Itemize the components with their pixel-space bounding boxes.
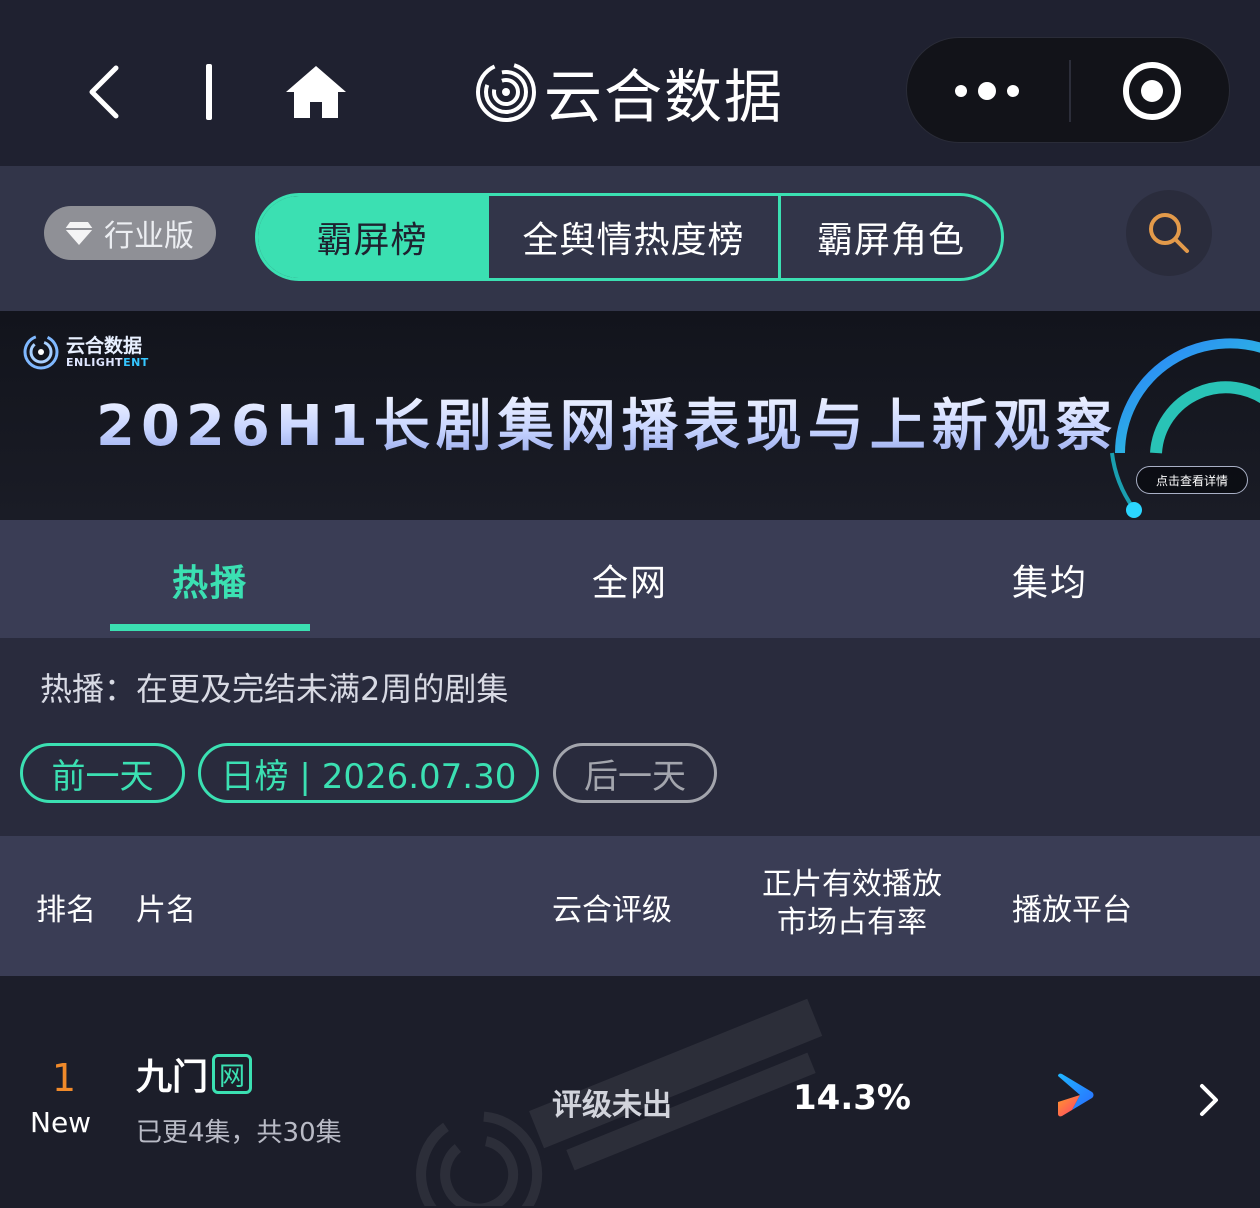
banner-view-details-button[interactable]: 点击查看详情	[1136, 466, 1248, 494]
target-close-icon	[1123, 62, 1181, 120]
edition-label: 行业版	[104, 219, 194, 254]
column-header-grade: 云合评级	[552, 893, 672, 928]
metric-tabs: 热播 全网 集均	[0, 520, 1260, 638]
column-header-share-line2: 市场占有率	[777, 905, 927, 940]
previous-day-button[interactable]: 前一天	[20, 743, 185, 803]
yunhe-grade: 评级未出	[552, 1088, 672, 1123]
banner-logo-en: ENLIGHTENT	[66, 356, 149, 369]
banner-logo: 云合数据 ENLIGHTENT	[22, 333, 149, 371]
banner-logo-cn: 云合数据	[66, 335, 143, 357]
home-button[interactable]	[284, 62, 348, 122]
current-date-selector[interactable]: 日榜 | 2026.07.30	[198, 743, 539, 803]
tab-per-episode[interactable]: 集均	[950, 554, 1150, 606]
search-button[interactable]	[1126, 190, 1212, 276]
tab-hot-airing[interactable]: 热播	[110, 554, 310, 606]
market-share-value: 14.3%	[793, 1078, 911, 1118]
diamond-icon	[65, 222, 93, 245]
search-icon	[1149, 213, 1189, 253]
segment-sentiment-heat-list[interactable]: 全舆情热度榜	[486, 196, 778, 278]
more-button[interactable]	[947, 68, 1027, 114]
industry-edition-button[interactable]: 行业版	[44, 206, 216, 260]
table-header: 排名 片名 云合评级 正片有效播放 市场占有率 播放平台	[0, 836, 1260, 976]
rank-number: 1	[51, 1056, 77, 1100]
rank-new-tag: New	[30, 1106, 92, 1139]
app-brand: 云合数据	[474, 56, 784, 131]
column-header-title: 片名	[136, 893, 196, 928]
banner-title: 2026H1长剧集网播表现与上新观察	[96, 381, 1118, 462]
capsule-divider	[1069, 60, 1071, 122]
ranking-filter-bar: 行业版 霸屏榜 全舆情热度榜 霸屏角色	[0, 166, 1260, 311]
tab-description: 热播：在更及完结未满2周的剧集	[40, 670, 509, 708]
column-header-platform: 播放平台	[1012, 893, 1132, 928]
table-row[interactable]: 1 New 九门 网 已更4集，共30集 评级未出 14.3%	[0, 976, 1260, 1208]
top-nav-bar: 云合数据	[0, 0, 1260, 166]
segment-dominance-list[interactable]: 霸屏榜	[258, 196, 486, 278]
drama-title: 九门	[136, 1057, 209, 1098]
column-header-market-share: 正片有效播放 市场占有率	[752, 866, 952, 942]
youku-play-icon	[1058, 1073, 1094, 1117]
column-header-rank: 排名	[36, 893, 96, 928]
nav-separator	[206, 64, 212, 120]
drama-title-line: 九门 网	[136, 1048, 253, 1100]
episode-status: 已更4集，共30集	[136, 1118, 342, 1148]
home-icon	[286, 66, 346, 118]
next-day-button[interactable]: 后一天	[553, 743, 717, 803]
brand-name: 云合数据	[544, 63, 785, 131]
promo-banner[interactable]: 云合数据 ENLIGHTENT 2026H1长剧集网播表现与上新观察 点击查看详…	[0, 311, 1260, 520]
ranking-type-segmented-control: 霸屏榜 全舆情热度榜 霸屏角色	[255, 193, 1004, 281]
back-button[interactable]	[80, 60, 130, 124]
segment-dominance-roles[interactable]: 霸屏角色	[778, 196, 1001, 278]
yunhe-logo-icon	[23, 334, 59, 370]
more-dots-icon	[955, 82, 1019, 100]
active-tab-indicator	[110, 624, 310, 631]
chevron-left-icon	[89, 65, 119, 119]
chevron-right-icon[interactable]	[1196, 1082, 1222, 1118]
column-header-share-line1: 正片有效播放	[762, 867, 942, 902]
mini-program-capsule	[906, 37, 1230, 143]
tab-all-network[interactable]: 全网	[530, 554, 730, 606]
web-drama-badge: 网	[212, 1054, 253, 1094]
list-description-area: 热播：在更及完结未满2周的剧集 前一天 日榜 | 2026.07.30 后一天	[0, 638, 1260, 836]
close-button[interactable]	[1121, 60, 1183, 122]
yunhe-logo-icon	[476, 62, 536, 122]
